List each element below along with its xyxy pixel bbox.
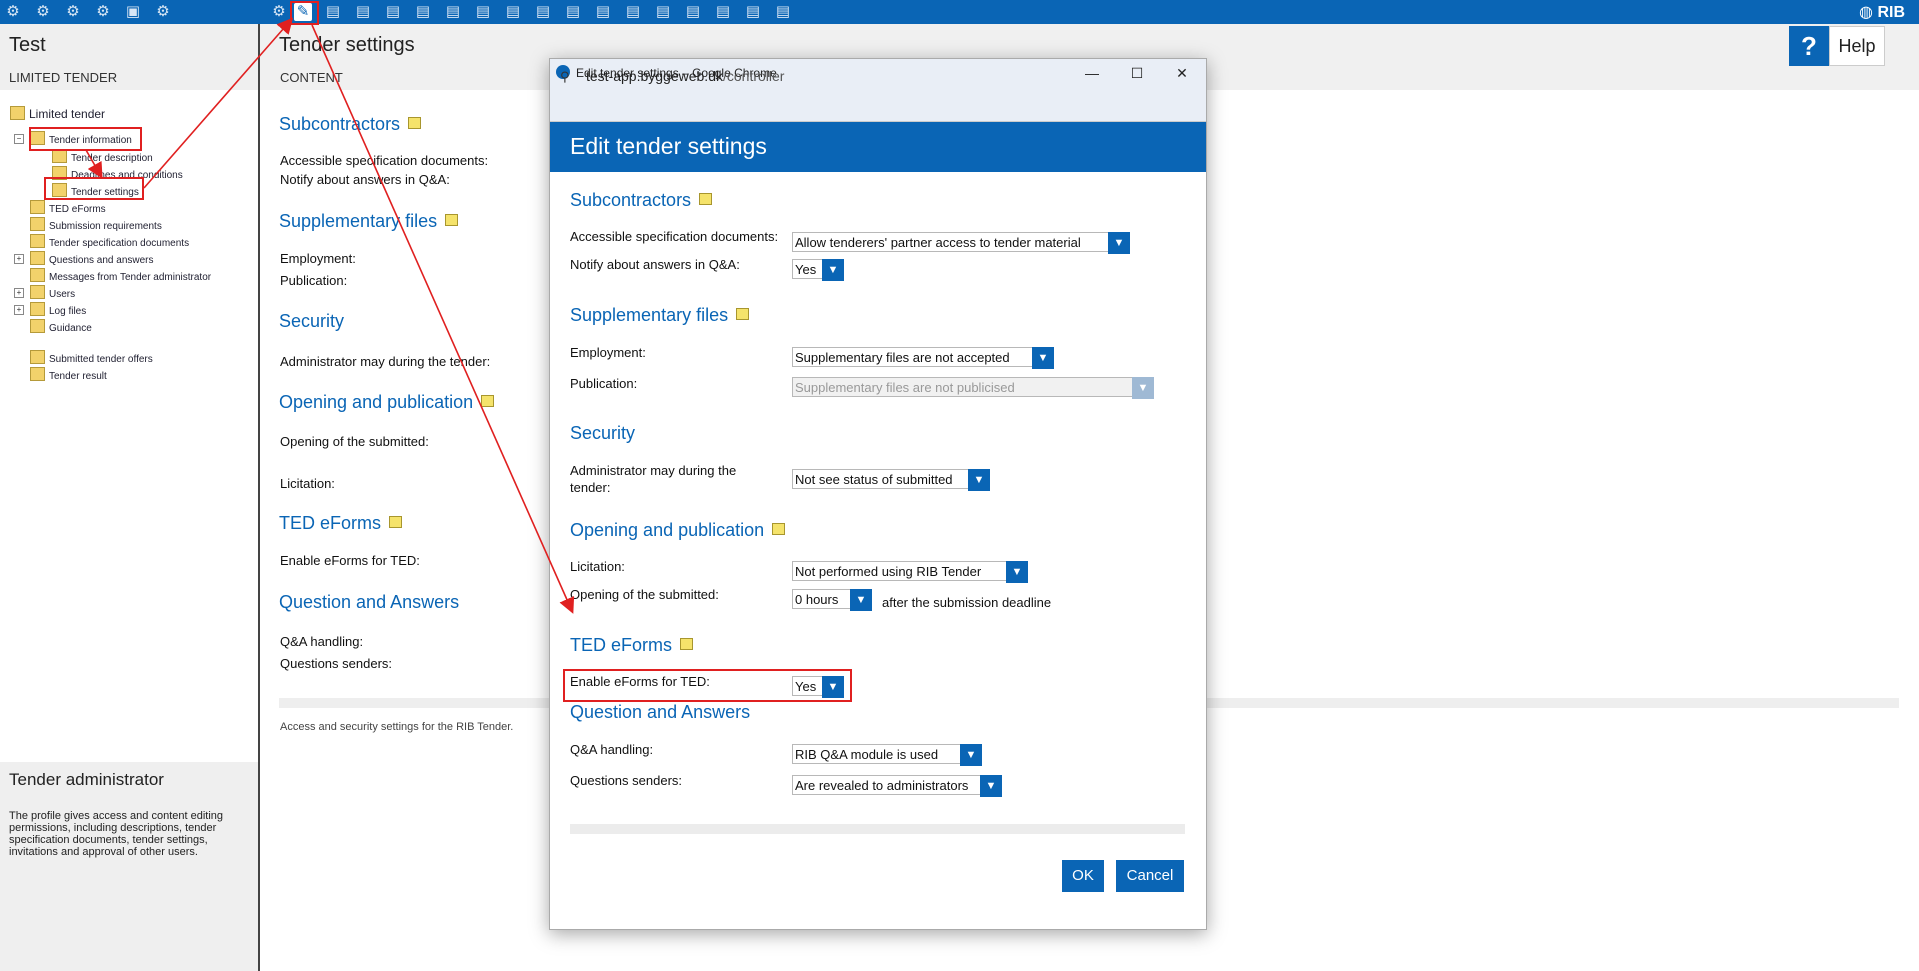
annotation-arrows xyxy=(85,17,575,614)
arrow-to-toolbar xyxy=(143,17,294,189)
arrow-to-tender-settings xyxy=(85,149,103,179)
arrow-to-enable-eforms xyxy=(311,24,575,614)
